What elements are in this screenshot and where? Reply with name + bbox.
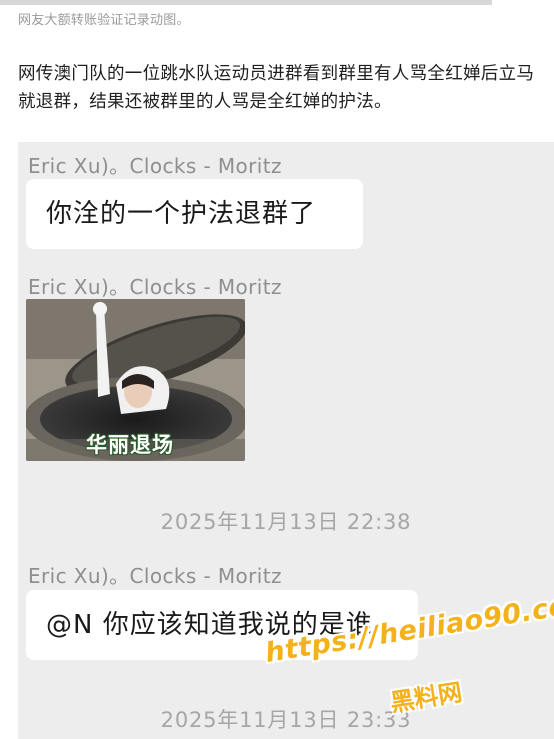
sticker-caption: 华丽退场 xyxy=(86,433,174,457)
sender-name: Eric Xu)。Clocks - Moritz xyxy=(28,154,282,178)
message-timestamp: 2025年11月13日 23:33 xyxy=(160,708,412,732)
message-timestamp: 2025年11月13日 22:38 xyxy=(160,510,412,534)
sender-name: Eric Xu)。Clocks - Moritz xyxy=(28,564,282,588)
sticker-image[interactable]: 华丽退场 xyxy=(26,299,245,461)
message-bubble: 你洤的一个护法退群了 xyxy=(26,179,363,249)
message-text: 你洤的一个护法退群了 xyxy=(46,199,317,229)
article-paragraph: 网传澳门队的一位跳水队运动员进群看到群里有人骂全红婵后立马 就退群，结果还被群里… xyxy=(18,60,538,116)
article-line-2: 就退群，结果还被群里的人骂是全红婵的护法。 xyxy=(18,92,392,112)
sender-name: Eric Xu)。Clocks - Moritz xyxy=(28,275,282,299)
article-line-1: 网传澳门队的一位跳水队运动员进群看到群里有人骂全红婵后立马 xyxy=(18,64,535,84)
image-caption: 网友大额转账验证记录动图。 xyxy=(18,13,190,28)
top-image-strip xyxy=(0,0,492,5)
